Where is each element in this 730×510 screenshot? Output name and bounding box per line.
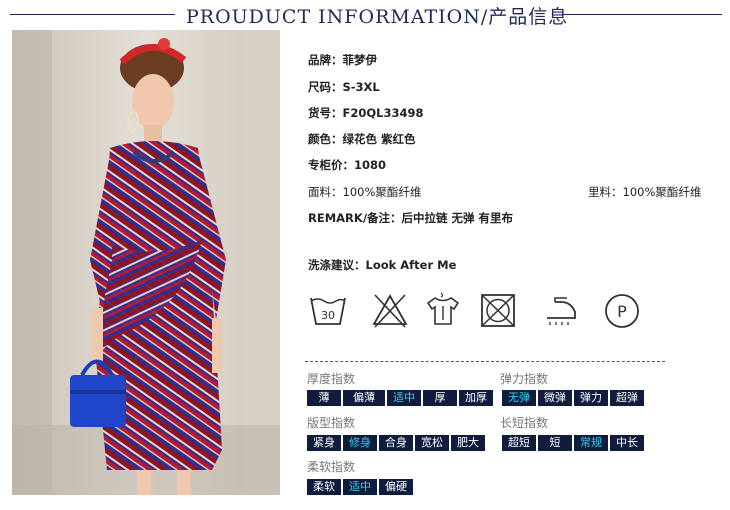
thickness-option-selected: 适中	[387, 390, 421, 406]
shirt-dry-icon	[423, 290, 463, 330]
fit-option: 宽松	[415, 435, 449, 451]
softness-index-title: 柔软指数	[307, 460, 356, 474]
thickness-index-options: 薄 偏薄 适中 厚 加厚	[307, 390, 493, 406]
fit-option: 紧身	[307, 435, 341, 451]
remark-text: REMARK/备注：后中拉链 无弹 有里布	[308, 211, 514, 225]
color-text: 颜色：绿花色 紫红色	[308, 132, 416, 146]
size-text: 尺码：S-3XL	[308, 80, 380, 94]
wash-advice-label: 洗涤建议：	[308, 258, 366, 272]
header-rule-left	[10, 14, 175, 15]
product-photo	[12, 30, 280, 495]
thickness-option: 薄	[307, 390, 341, 406]
softness-option-selected: 适中	[343, 479, 377, 495]
dry-clean-p-icon: P	[602, 290, 642, 330]
length-index-title: 长短指数	[500, 416, 549, 430]
fit-index-options: 紧身 修身 合身 宽松 肥大	[307, 435, 485, 451]
item-number-text: 货号：F20QL33498	[308, 106, 424, 120]
wash-advice: 洗涤建议：Look After Me	[308, 257, 456, 273]
fabric-text: 面料：100%聚酯纤维	[308, 185, 422, 199]
page-header: PROUDUCT INFORMATION/产品信息	[0, 2, 730, 30]
no-tumble-dry-icon	[478, 290, 518, 330]
length-option: 中长	[610, 435, 644, 451]
section-divider	[305, 361, 665, 362]
length-option-selected: 常规	[574, 435, 608, 451]
brand-text: 品牌：菲梦伊	[308, 53, 377, 67]
elasticity-option: 弹力	[574, 390, 608, 406]
price-text: 专柜价：1080	[308, 158, 387, 172]
thickness-option: 厚	[423, 390, 457, 406]
length-option: 超短	[502, 435, 536, 451]
elasticity-option: 超弹	[610, 390, 644, 406]
length-option: 短	[538, 435, 572, 451]
length-index-options: 超短 短 常规 中长	[502, 435, 644, 451]
thickness-option: 加厚	[459, 390, 493, 406]
page-title: PROUDUCT INFORMATION/产品信息	[186, 6, 569, 28]
fit-index-title: 版型指数	[307, 416, 356, 430]
fit-option: 合身	[379, 435, 413, 451]
elasticity-option-selected: 无弹	[502, 390, 536, 406]
elasticity-index-title: 弹力指数	[500, 372, 549, 386]
elasticity-index-options: 无弹 微弹 弹力 超弹	[502, 390, 644, 406]
dry-clean-text: P	[617, 302, 627, 321]
wash-advice-value: Look After Me	[365, 258, 457, 272]
thickness-option: 偏薄	[343, 390, 385, 406]
wash-temp-text: 30	[321, 309, 335, 322]
wash-30-icon: 30	[308, 290, 348, 330]
fit-option: 肥大	[451, 435, 485, 451]
softness-option: 柔软	[307, 479, 341, 495]
thickness-index-title: 厚度指数	[307, 372, 356, 386]
softness-option: 偏硬	[379, 479, 413, 495]
elasticity-option: 微弹	[538, 390, 572, 406]
header-rule-right	[562, 14, 722, 15]
iron-icon	[541, 290, 581, 330]
lining-text: 里料：100%聚酯纤维	[588, 185, 702, 199]
softness-index-options: 柔软 适中 偏硬	[307, 479, 413, 495]
no-bleach-icon	[370, 290, 410, 330]
fit-option-selected: 修身	[343, 435, 377, 451]
